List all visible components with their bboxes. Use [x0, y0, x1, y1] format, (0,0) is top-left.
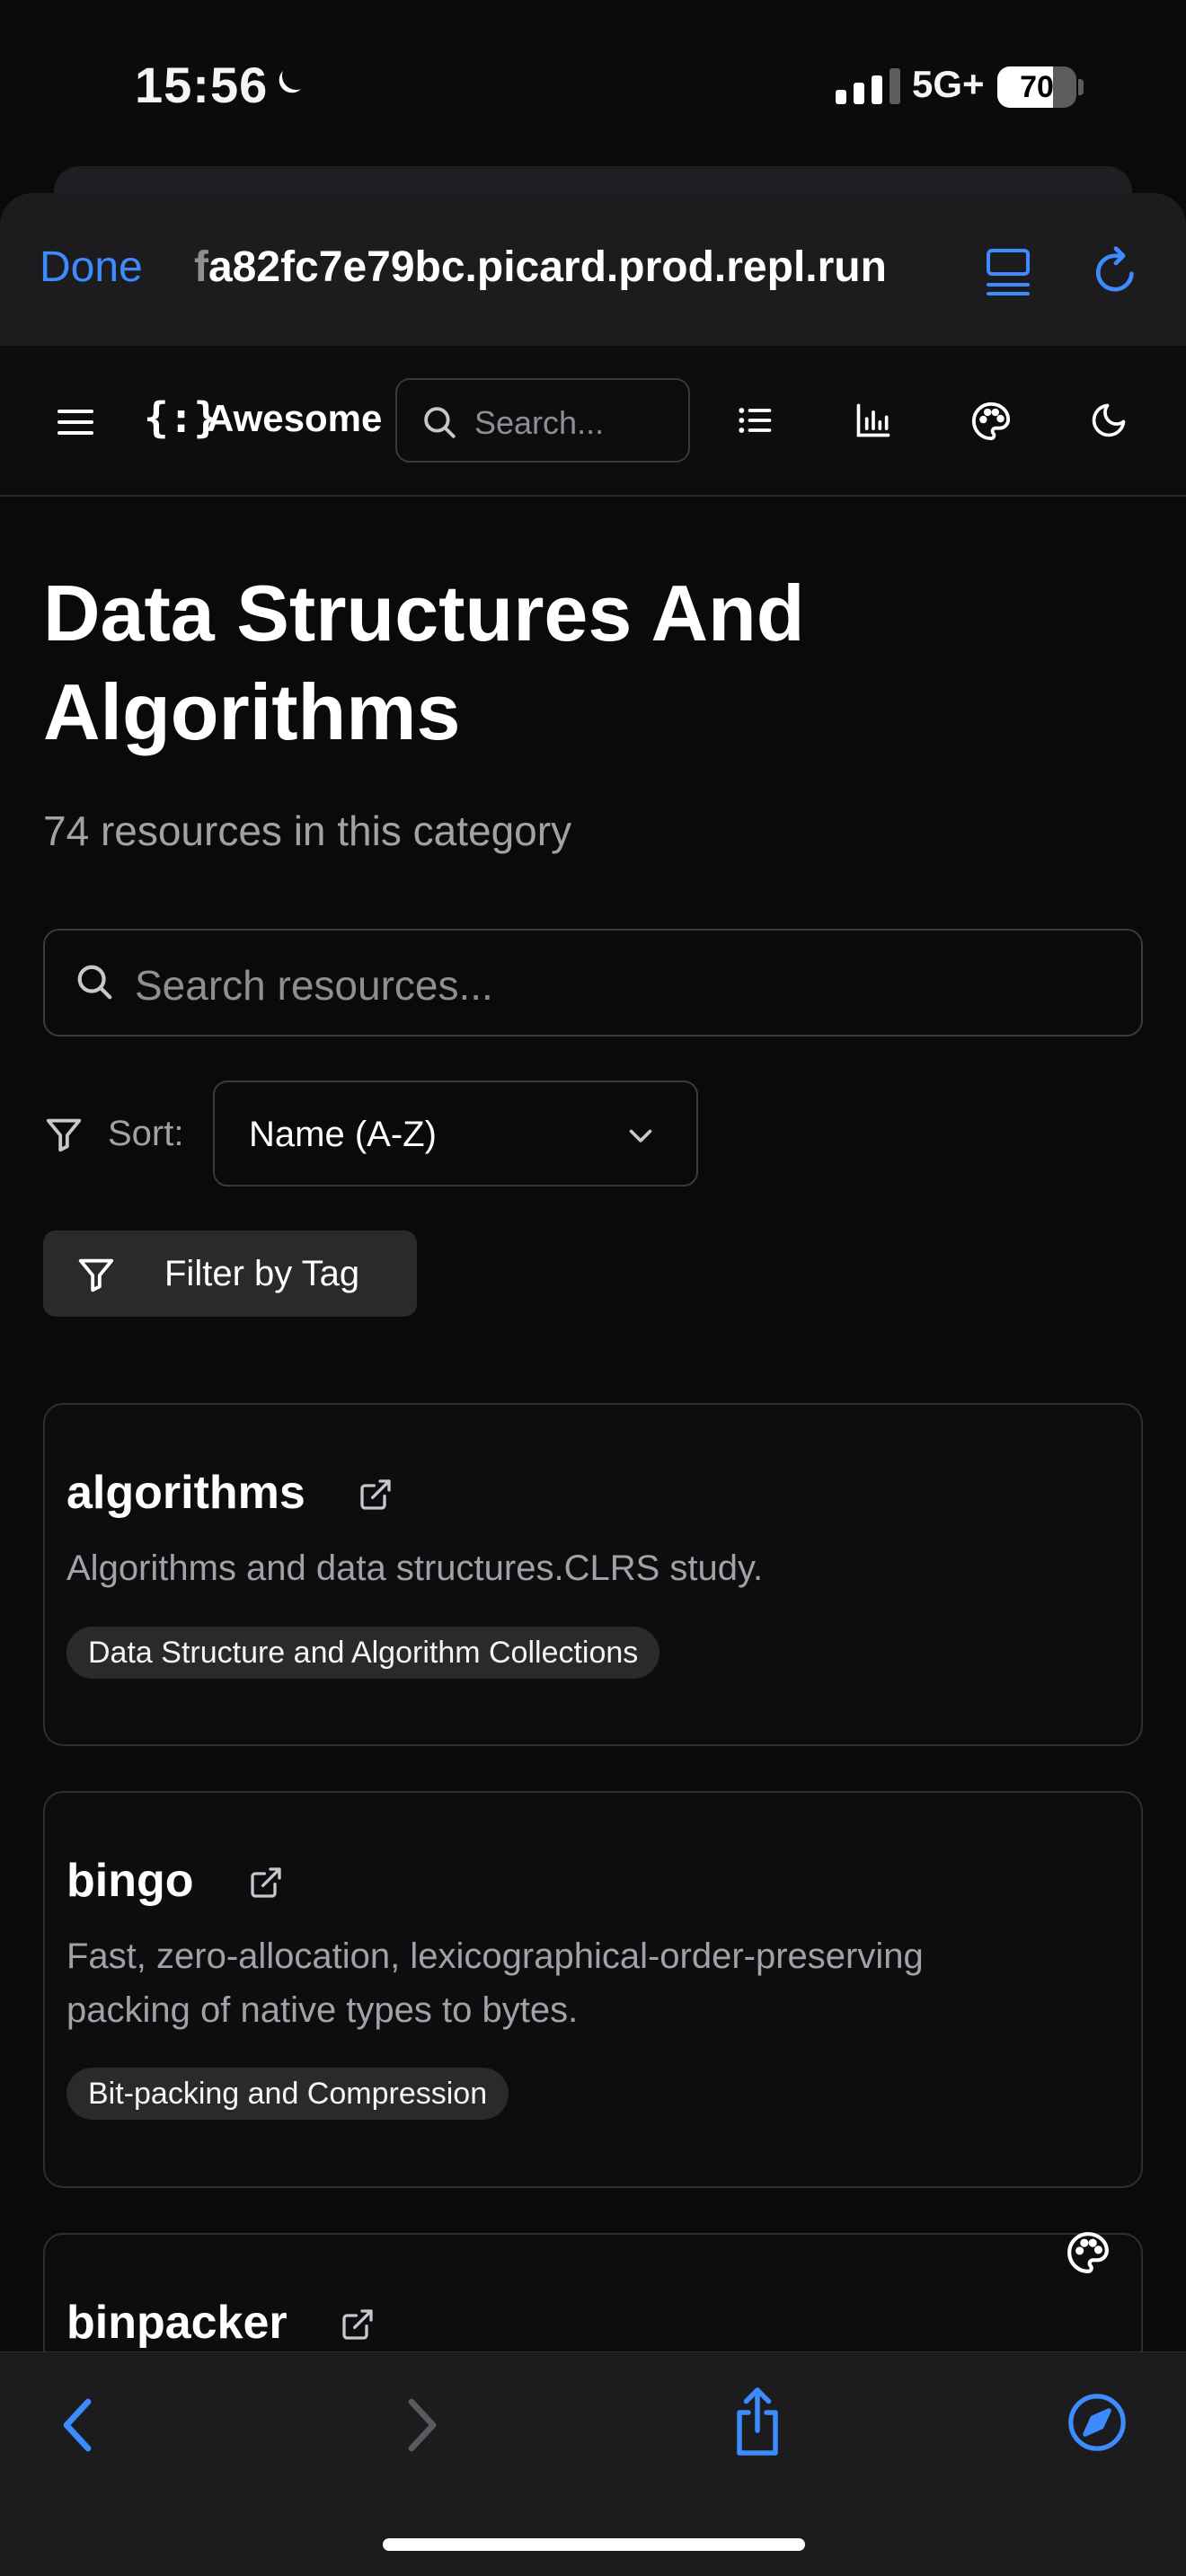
done-button[interactable]: Done	[40, 243, 143, 292]
url-field[interactable]: fa82fc7e79bc.picard.prod.repl.run	[194, 243, 887, 292]
page-title: Data Structures And Algorithms	[43, 569, 805, 756]
resource-count: 74 resources in this category	[43, 807, 572, 854]
external-link-icon[interactable]	[340, 2307, 376, 2342]
floating-theme-palette-icon[interactable]	[1066, 2230, 1111, 2275]
search-icon	[74, 961, 115, 1002]
forward-icon[interactable]	[404, 2396, 440, 2454]
resource-tag[interactable]: Data Structure and Algorithm Collections	[66, 1627, 660, 1679]
list-icon[interactable]	[735, 401, 774, 440]
palette-icon[interactable]	[970, 401, 1012, 442]
resource-description: Fast, zero-allocation, lexicographical-o…	[66, 1936, 924, 2030]
focus-moon-icon	[270, 65, 307, 102]
back-icon[interactable]	[59, 2396, 95, 2454]
network-type: 5G+	[912, 63, 985, 105]
header-search-placeholder: Search...	[474, 404, 605, 441]
menu-icon[interactable]	[56, 404, 95, 440]
status-time: 15:56	[135, 57, 269, 113]
resource-title[interactable]: algorithms	[66, 1466, 305, 1520]
compass-icon[interactable]	[1066, 2391, 1128, 2454]
chevron-down-icon	[624, 1122, 657, 1149]
sort-select[interactable]: Name (A-Z)	[213, 1081, 698, 1187]
reader-mode-icon[interactable]	[984, 245, 1032, 299]
moon-icon[interactable]	[1089, 401, 1128, 440]
external-link-icon[interactable]	[248, 1865, 284, 1901]
header-search-input[interactable]: Search...	[395, 378, 690, 463]
resource-tag[interactable]: Bit-packing and Compression	[66, 2068, 509, 2120]
search-icon	[420, 403, 458, 441]
resource-search-placeholder: Search resources...	[135, 962, 493, 1009]
url-prefix: f	[194, 243, 208, 291]
share-icon[interactable]	[728, 2386, 787, 2457]
resource-title[interactable]: bingo	[66, 1854, 194, 1908]
external-link-icon[interactable]	[358, 1477, 394, 1513]
status-bar: 15:56 5G+ 70	[0, 0, 1186, 171]
resource-description: Algorithms and data structures.CLRS stud…	[66, 1548, 764, 1588]
sort-filter-icon	[43, 1114, 84, 1155]
filter-by-tag-button[interactable]: Filter by Tag	[43, 1231, 417, 1317]
brand-name[interactable]: Awesome	[207, 397, 382, 440]
chart-icon[interactable]	[854, 401, 893, 440]
filter-icon	[75, 1254, 117, 1295]
filter-by-tag-label: Filter by Tag	[164, 1254, 360, 1293]
battery-percent: 70	[1020, 70, 1054, 104]
sort-label: Sort:	[108, 1114, 184, 1153]
home-indicator	[383, 2538, 805, 2551]
battery-tip	[1078, 79, 1084, 95]
resource-title[interactable]: binpacker	[66, 2296, 288, 2350]
resource-search-input[interactable]: Search resources...	[43, 929, 1143, 1037]
url-text: a82fc7e79bc.picard.prod.repl.run	[208, 243, 887, 291]
sort-value: Name (A-Z)	[249, 1115, 437, 1154]
cellular-signal-icon	[836, 68, 900, 104]
battery-icon: 70	[997, 66, 1076, 108]
reload-icon[interactable]	[1091, 242, 1141, 297]
